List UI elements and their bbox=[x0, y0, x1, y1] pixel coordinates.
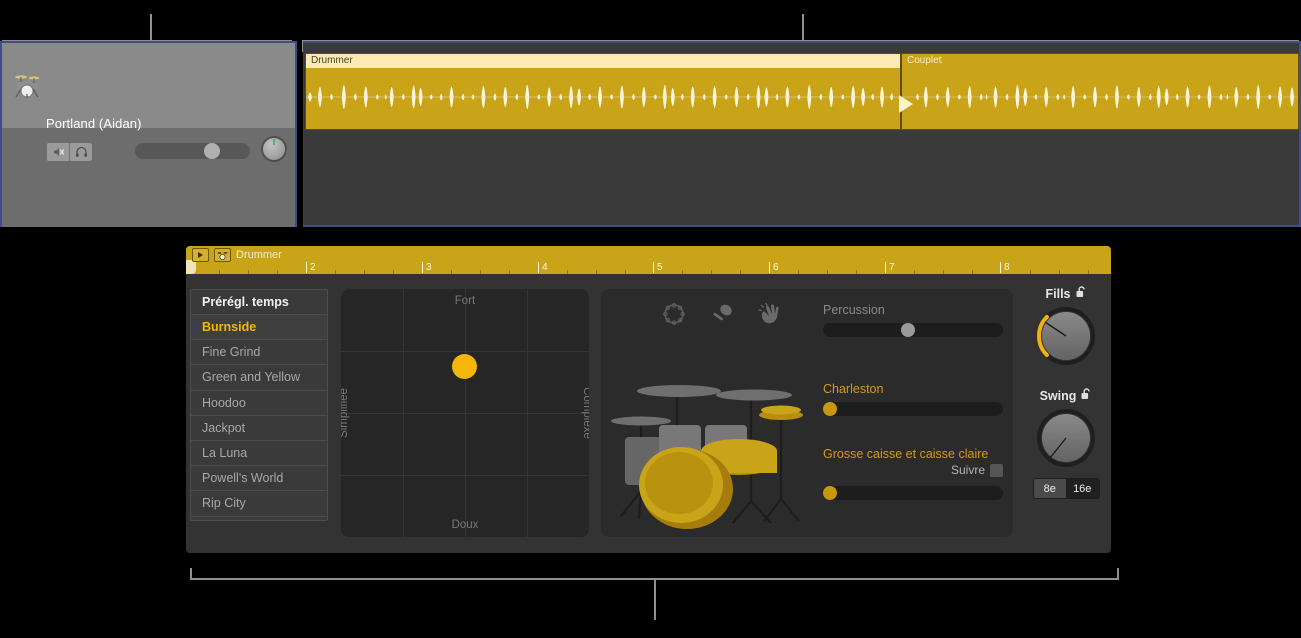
xy-pad[interactable]: Fort Doux Simplifiée Complexe bbox=[341, 289, 589, 537]
fills-knob[interactable] bbox=[1036, 306, 1096, 366]
callout-stem-editor bbox=[654, 578, 656, 620]
drummer-editor: Drummer 2 3 4 5 6 7 8 Prérégl. temps Bur… bbox=[186, 246, 1111, 553]
editor-ruler[interactable]: Drummer 2 3 4 5 6 7 8 bbox=[186, 246, 1111, 274]
drum-kit-icon bbox=[12, 70, 42, 100]
slider-track[interactable] bbox=[823, 486, 1003, 500]
drum-kit-illustration[interactable] bbox=[609, 351, 821, 531]
playhead[interactable] bbox=[186, 260, 196, 274]
xy-label-bottom: Doux bbox=[451, 519, 479, 531]
slider-label: Charleston bbox=[823, 382, 884, 396]
solo-button[interactable] bbox=[69, 143, 92, 161]
percussion-icon-row bbox=[661, 301, 783, 332]
region-couplet[interactable]: Couplet bbox=[901, 53, 1299, 130]
preset-item-rip-city[interactable]: Rip City bbox=[191, 491, 327, 517]
ruler-bar-number: 2 bbox=[306, 262, 316, 273]
clap-hand-icon[interactable] bbox=[757, 301, 783, 332]
callout-stem-regions bbox=[802, 14, 804, 42]
volume-slider-thumb[interactable] bbox=[204, 143, 220, 159]
preset-item-burnside[interactable]: Burnside bbox=[191, 315, 327, 341]
slider-knob[interactable] bbox=[901, 323, 915, 337]
track-header[interactable]: Portland (Aidan) bbox=[0, 41, 297, 227]
editor-ruler-marks: 2 3 4 5 6 7 8 bbox=[186, 260, 1111, 274]
region-waveform bbox=[902, 85, 1298, 109]
knob-column: Fills Swing 8e 16e bbox=[1026, 286, 1106, 521]
slider-percussion: Percussion bbox=[823, 303, 1003, 337]
mute-button[interactable] bbox=[47, 143, 69, 161]
unlocked-padlock-icon[interactable] bbox=[1081, 387, 1092, 405]
swing-label: Swing bbox=[1039, 389, 1077, 403]
preset-item-powells-world[interactable]: Powell's World bbox=[191, 466, 327, 492]
preset-item-fine-grind[interactable]: Fine Grind bbox=[191, 340, 327, 366]
mute-icon bbox=[53, 148, 64, 156]
volume-slider[interactable] bbox=[135, 143, 250, 159]
swing-knob-label-row: Swing bbox=[1026, 388, 1106, 404]
tracks-area: Portland (Aidan) Drummer Couplet bbox=[0, 41, 1301, 227]
xy-label-top: Fort bbox=[454, 295, 476, 307]
editor-tab-drummer[interactable]: Drummer bbox=[192, 248, 282, 262]
fills-label: Fills bbox=[1045, 287, 1071, 301]
region-waveform bbox=[306, 85, 900, 109]
shaker-icon[interactable] bbox=[709, 301, 735, 332]
ruler-bar-number: 8 bbox=[1000, 262, 1010, 273]
preset-list-header: Prérégl. temps bbox=[191, 290, 327, 315]
segment-8e[interactable]: 8e bbox=[1033, 479, 1066, 498]
ruler-bar-number: 7 bbox=[885, 262, 895, 273]
slider-charleston: Charleston bbox=[823, 382, 1003, 416]
region-play-marker bbox=[899, 95, 913, 113]
screenshot-root: Portland (Aidan) Drummer Couplet Drummer… bbox=[0, 0, 1301, 638]
fills-knob-label-row: Fills bbox=[1026, 286, 1106, 302]
track-toggle-buttons bbox=[46, 142, 93, 162]
pan-knob-indicator bbox=[273, 139, 275, 145]
play-icon[interactable] bbox=[192, 248, 209, 262]
kit-panel: Percussion Charleston Grosse caisse et c… bbox=[601, 289, 1013, 537]
slider-label: Grosse caisse et caisse claire bbox=[823, 447, 989, 461]
follow-checkbox[interactable] bbox=[990, 463, 1003, 477]
slider-track[interactable] bbox=[823, 323, 1003, 337]
editor-tab-label: Drummer bbox=[236, 249, 282, 261]
slider-track[interactable] bbox=[823, 402, 1003, 416]
unlocked-padlock-icon[interactable] bbox=[1076, 285, 1087, 303]
track-name: Portland (Aidan) bbox=[46, 116, 142, 131]
segment-16e[interactable]: 16e bbox=[1066, 479, 1099, 498]
region-title: Couplet bbox=[907, 55, 942, 66]
callout-stem-track-header bbox=[150, 14, 152, 42]
slider-knob[interactable] bbox=[823, 486, 837, 500]
preset-item-hoodoo[interactable]: Hoodoo bbox=[191, 391, 327, 416]
follow-toggle-row: Suivre bbox=[951, 463, 1003, 477]
ruler-bar-number: 6 bbox=[769, 262, 779, 273]
preset-item-green-and-yellow[interactable]: Green and Yellow bbox=[191, 365, 327, 391]
regions-lane: Drummer Couplet bbox=[303, 41, 1301, 227]
headphones-icon bbox=[75, 146, 87, 157]
preset-list: Prérégl. temps Burnside Fine Grind Green… bbox=[190, 289, 328, 521]
tambourine-icon[interactable] bbox=[661, 301, 687, 332]
pan-knob[interactable] bbox=[261, 136, 287, 162]
slider-knob[interactable] bbox=[823, 402, 837, 416]
xy-pad-puck[interactable] bbox=[452, 354, 477, 379]
drum-kit-icon[interactable] bbox=[214, 248, 231, 262]
swing-division-segmented-control[interactable]: 8e 16e bbox=[1032, 478, 1100, 499]
xy-label-left: Simplifiée bbox=[341, 388, 350, 438]
ruler-bar-number: 3 bbox=[422, 262, 432, 273]
slider-kick-snare: Grosse caisse et caisse claire Suivre bbox=[823, 447, 1003, 500]
swing-knob[interactable] bbox=[1036, 408, 1096, 468]
slider-label: Percussion bbox=[823, 303, 885, 317]
preset-item-la-luna[interactable]: La Luna bbox=[191, 441, 327, 467]
editor-body: Prérégl. temps Burnside Fine Grind Green… bbox=[186, 274, 1111, 553]
region-drummer[interactable]: Drummer bbox=[305, 53, 901, 130]
preset-item-jackpot[interactable]: Jackpot bbox=[191, 416, 327, 441]
ruler-bar-number: 5 bbox=[653, 262, 663, 273]
ruler-bar-number: 4 bbox=[538, 262, 548, 273]
xy-label-right: Complexe bbox=[581, 387, 589, 439]
follow-label: Suivre bbox=[950, 463, 985, 477]
